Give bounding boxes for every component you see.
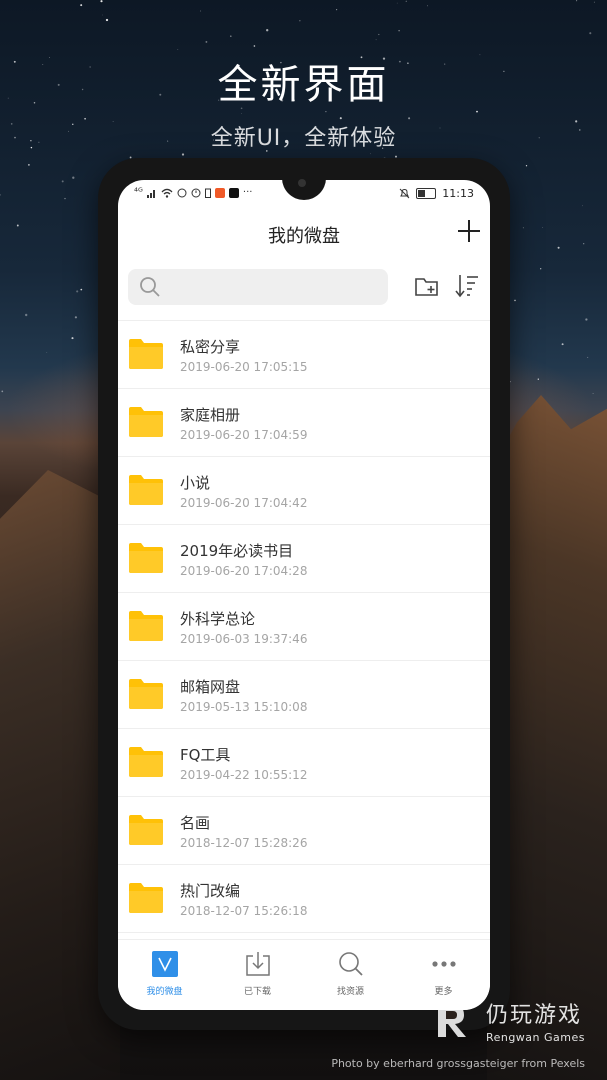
site-watermark: 仍玩游戏 Rengwan Games <box>437 997 585 1044</box>
file-row[interactable]: FQ工具 2019-04-22 10:55:12 <box>118 729 490 797</box>
file-date: 2019-06-20 17:04:59 <box>180 428 308 442</box>
file-name: 热门改编 <box>180 882 241 900</box>
file-name: 小说 <box>180 474 211 492</box>
signal-icon: ⁴ᴳ <box>134 187 143 198</box>
phone-frame: ⁴ᴳ ··· 11:13 我的微盘 私密分享 2019-06-20 17:05:… <box>98 158 510 1030</box>
file-name: 名画 <box>180 814 211 832</box>
tab-label: 找资源 <box>336 987 364 997</box>
signal-bars-icon <box>146 190 155 198</box>
bottom-tab-bar: 我的微盘 已下载 找资源 更多 <box>118 939 490 1010</box>
file-list: 私密分享 2019-06-20 17:05:15 家庭相册 2019-06-20 17… <box>118 320 490 941</box>
file-row[interactable]: 私密分享 2019-06-20 17:05:15 <box>118 321 490 389</box>
tiktok-app-icon <box>228 188 239 198</box>
file-date: 2019-05-13 15:10:08 <box>180 700 308 714</box>
file-date: 2018-12-07 15:26:18 <box>180 904 308 918</box>
file-date: 2019-06-20 17:04:28 <box>180 564 308 578</box>
watermark-english: Rengwan Games <box>485 1031 585 1044</box>
file-row[interactable]: 名画 2018-12-07 15:28:26 <box>118 797 490 865</box>
tab-label: 已下载 <box>243 987 271 997</box>
tab-label: 更多 <box>434 987 453 997</box>
tab-label: 我的微盘 <box>146 987 183 997</box>
file-row[interactable]: 家庭相册 2019-06-20 17:04:59 <box>118 389 490 457</box>
file-date: 2019-06-20 17:04:42 <box>180 496 308 510</box>
folder-icon <box>129 407 163 437</box>
new-folder-icon[interactable] <box>414 274 440 300</box>
rengwan-logo-icon <box>437 1005 466 1037</box>
tab-find-resources[interactable]: 找资源 <box>304 950 397 1006</box>
file-name: 邮箱网盘 <box>180 678 241 696</box>
folder-icon <box>129 543 163 573</box>
video-app-icon <box>214 188 225 198</box>
download-icon <box>245 952 270 976</box>
file-row[interactable]: 邮箱网盘 2019-05-13 15:10:08 <box>118 661 490 729</box>
battery-saver-icon <box>204 188 211 198</box>
file-name: 2019年必读书目 <box>180 542 294 560</box>
folder-icon <box>129 679 163 709</box>
photo-credit: Photo by eberhard grossgasteiger from Pe… <box>331 1057 585 1070</box>
page-title: 我的微盘 <box>268 226 340 247</box>
file-date: 2019-04-22 10:55:12 <box>180 768 308 782</box>
file-date: 2018-12-07 15:28:26 <box>180 836 308 850</box>
battery-icon <box>416 188 437 199</box>
front-camera <box>298 179 306 187</box>
file-date: 2019-06-20 17:05:15 <box>180 360 308 374</box>
wifi-icon <box>161 188 173 198</box>
mute-bell-icon <box>399 188 410 199</box>
search-icon <box>338 952 363 976</box>
file-row[interactable]: 2019年必读书目 2019-06-20 17:04:28 <box>118 525 490 593</box>
folder-icon <box>129 339 163 369</box>
add-button[interactable] <box>454 216 484 246</box>
app-screen: ⁴ᴳ ··· 11:13 我的微盘 私密分享 2019-06-20 17:05:… <box>118 180 490 1010</box>
tab-more[interactable]: 更多 <box>397 950 490 1006</box>
folder-icon <box>129 475 163 505</box>
alarm-icon <box>191 188 201 198</box>
folder-icon <box>129 611 163 641</box>
compass-icon <box>177 188 187 198</box>
file-name: 私密分享 <box>180 338 241 356</box>
more-notifications-icon: ··· <box>242 187 253 198</box>
watermark-chinese: 仍玩游戏 <box>485 1003 582 1028</box>
status-time: 11:13 <box>442 187 474 200</box>
folder-icon <box>129 747 163 777</box>
search-icon <box>140 277 160 297</box>
tab-my-disk[interactable]: 我的微盘 <box>118 950 211 1006</box>
file-name: 家庭相册 <box>180 406 241 424</box>
more-dots-icon <box>431 961 456 967</box>
file-row[interactable]: 外科学总论 2019-06-03 19:37:46 <box>118 593 490 661</box>
v-disk-icon <box>151 951 178 977</box>
folder-icon <box>129 883 163 913</box>
promo-subline: 全新UI，全新体验 <box>210 126 397 151</box>
file-name: FQ工具 <box>180 746 231 764</box>
folder-icon <box>129 815 163 845</box>
search-box[interactable] <box>128 269 388 307</box>
toolbar <box>118 266 490 310</box>
search-input[interactable] <box>168 269 382 307</box>
file-name: 外科学总论 <box>180 610 256 628</box>
tab-downloaded[interactable]: 已下载 <box>211 950 304 1006</box>
file-row[interactable]: 热门改编 2018-12-07 15:26:18 <box>118 865 490 933</box>
sort-icon[interactable] <box>453 272 481 300</box>
file-row[interactable]: 小说 2019-06-20 17:04:42 <box>118 457 490 525</box>
title-bar: 我的微盘 <box>118 208 490 256</box>
file-date: 2019-06-03 19:37:46 <box>180 632 308 646</box>
promo-headline: 全新界面 <box>217 62 390 108</box>
